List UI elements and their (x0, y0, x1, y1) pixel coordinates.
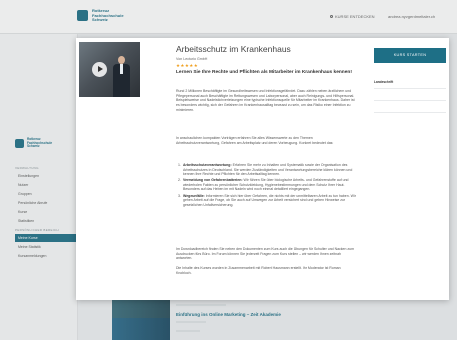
panel-divider-2 (374, 100, 446, 101)
topic-num-2: 2. (178, 178, 181, 183)
rating-stars: ★★★★★ (176, 63, 199, 68)
course-title: Arbeitsschutz im Krankenhaus (176, 44, 291, 54)
topic-heading-1: Arbeitsschutzverantwortung: (183, 163, 232, 167)
topic-num-3: 3. (178, 193, 181, 198)
topic-text-3: Informieren Sie sich hier über Gefahren,… (183, 193, 356, 207)
course-detail-modal: Arbeitsschutz im Krankenhaus Von Lecturi… (76, 38, 449, 300)
description-paragraph-1: Rund 2 Millionen Beschäftigte im Gesundh… (176, 89, 355, 112)
topic-heading-2: Vermeidung von Gefahrenbatterien: (183, 178, 243, 183)
start-course-button[interactable]: KURS STARTEN (374, 48, 446, 63)
topic-item-1: 1. Arbeitsschutzverantwortung: Erfahren … (176, 163, 356, 177)
topic-num-1: 1. (178, 163, 181, 167)
description-paragraph-2: In anschaulichen kompakten Vorträgen erf… (176, 136, 334, 145)
course-subtitle: Lernen Sie Ihre Rechte und Pflichten als… (176, 70, 352, 75)
panel-label: Landeschrift (374, 80, 394, 84)
topic-item-2: 2. Vermeidung von Gefahrenbatterien: Wir… (176, 178, 356, 192)
panel-divider-1 (374, 88, 446, 89)
topic-item-3: 3. Wegeunfälle: Informieren Sie sich hie… (176, 194, 356, 208)
description-paragraph-3: Im Downloadbereich finden Sie neben den … (176, 247, 355, 261)
panel-divider-3 (374, 112, 446, 113)
course-author: Von Lecturio GmbH (176, 57, 208, 61)
presenter-head (118, 56, 125, 64)
topic-list: 1. Arbeitsschutzverantwortung: Erfahren … (176, 163, 356, 209)
presenter-shirt (120, 64, 123, 74)
topic-heading-3: Wegeunfälle: (183, 193, 205, 198)
video-background (79, 42, 140, 97)
presenter-figure (113, 56, 130, 97)
course-action-panel: KURS STARTEN Landeschrift (374, 42, 446, 162)
play-icon[interactable] (92, 62, 107, 77)
description-paragraph-4: Die Inhalte des Kurses wurden in Zusamme… (176, 266, 341, 275)
course-video[interactable] (79, 42, 140, 97)
